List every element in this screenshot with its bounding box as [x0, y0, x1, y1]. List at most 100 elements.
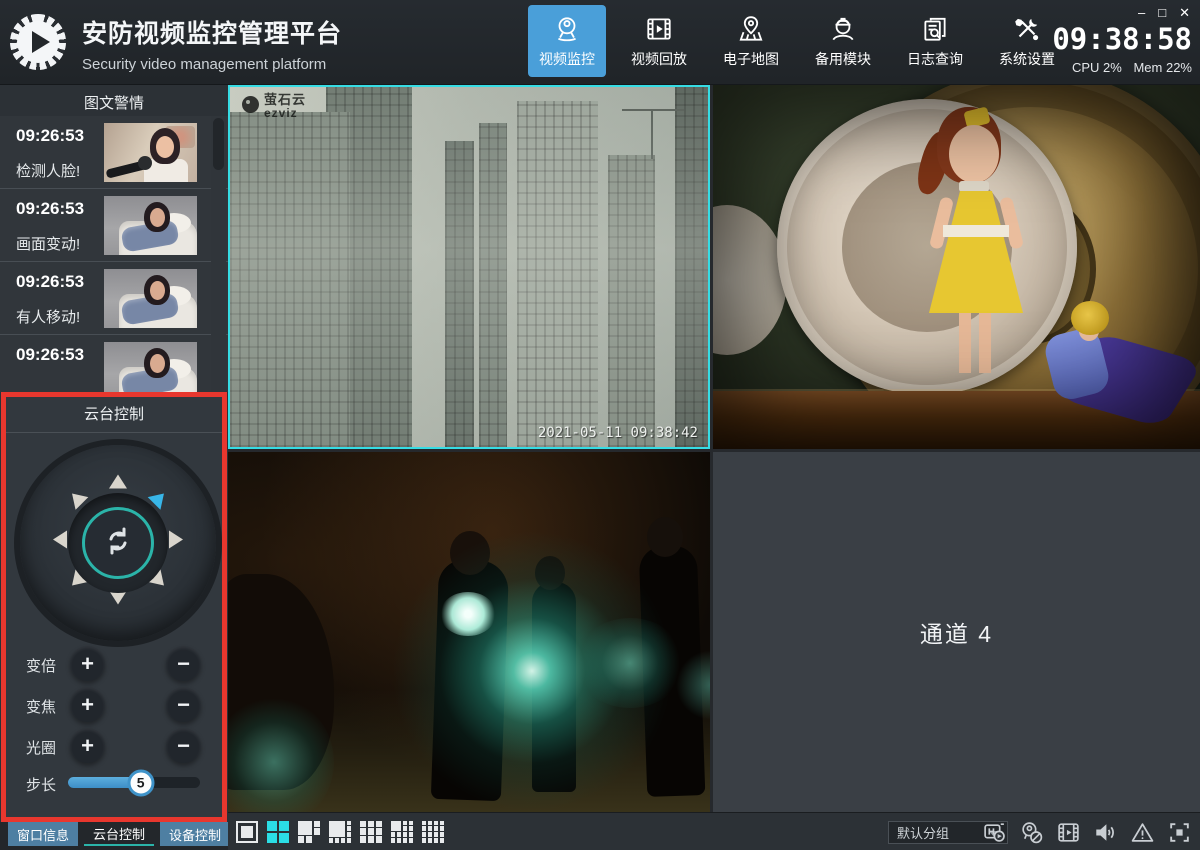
layout-16-icon[interactable]: [422, 821, 444, 843]
watermark-cn: 萤石云: [264, 93, 306, 107]
nav-video-playback[interactable]: 视频回放: [620, 5, 698, 77]
ptz-right-button[interactable]: [169, 531, 183, 549]
main-nav: 视频监控 视频回放: [528, 5, 1066, 77]
alarm-time: 09:26:53: [16, 199, 84, 219]
tab-ptz-control[interactable]: 云台控制: [84, 822, 154, 846]
page-title: 安防视频监控管理平台: [82, 14, 342, 50]
alarm-info-icon[interactable]: [1130, 820, 1155, 845]
maximize-button[interactable]: □: [1158, 6, 1166, 20]
video-timestamp: 2021-05-11 09:38:42: [538, 425, 698, 441]
divider: [6, 432, 222, 433]
audio-icon[interactable]: [1093, 820, 1118, 845]
ptz-auto-scan-button[interactable]: [82, 507, 154, 579]
system-stats: CPU 2% Mem 22%: [1072, 60, 1192, 75]
alarm-item[interactable]: 09:26:53 有人移动!: [0, 262, 228, 335]
log-search-icon: [920, 14, 950, 44]
alarm-time: 09:26:53: [16, 345, 84, 365]
video-channel-4[interactable]: 通道 4: [713, 452, 1200, 812]
nav-label: 电子地图: [723, 49, 779, 69]
step-slider-thumb[interactable]: 5: [127, 769, 154, 796]
layout-13-icon[interactable]: [391, 821, 413, 843]
header: 安防视频监控管理平台 Security video management pla…: [0, 0, 1200, 85]
nav-label: 视频监控: [539, 49, 595, 69]
zoom-out-button[interactable]: −: [166, 646, 201, 681]
step-slider[interactable]: 5: [68, 777, 200, 788]
focus-row: 变焦 + −: [6, 687, 222, 723]
alarm-time: 09:26:53: [16, 126, 84, 146]
video-channel-3[interactable]: [228, 452, 710, 812]
nav-video-monitor[interactable]: 视频监控: [528, 5, 606, 77]
nav-log-query[interactable]: 日志查询: [896, 5, 974, 77]
record-icon[interactable]: [1056, 820, 1081, 845]
nav-e-map[interactable]: 电子地图: [712, 5, 790, 77]
layout-4-icon[interactable]: [267, 821, 289, 843]
video-grid: 萤石云 ezviz 2021-05-11 09:38:42: [228, 85, 1200, 812]
nav-label: 日志查询: [907, 49, 963, 69]
iris-row: 光圈 + −: [6, 728, 222, 764]
scrollbar-thumb[interactable]: [213, 118, 224, 170]
app-logo-icon: [10, 14, 66, 70]
nav-backup-module[interactable]: 备用模块: [804, 5, 882, 77]
layout-9-icon[interactable]: [360, 821, 382, 843]
zoom-label: 变倍: [26, 655, 56, 676]
ezviz-watermark: 萤石云 ezviz: [264, 93, 306, 119]
nav-label: 系统设置: [999, 49, 1055, 69]
alarm-thumbnail: [104, 269, 197, 328]
step-label: 步长: [26, 774, 56, 795]
ptz-up-button[interactable]: [109, 475, 127, 489]
alarm-panel: 图文警情 09:26:53 检测人脸! 09:26:53 画面变动!: [0, 85, 228, 392]
zoom-in-button[interactable]: +: [70, 646, 105, 681]
tab-window-info[interactable]: 窗口信息: [8, 822, 78, 846]
video-channel-2[interactable]: [713, 85, 1200, 449]
tab-device-control[interactable]: 设备控制: [160, 822, 230, 846]
iris-label: 光圈: [26, 737, 56, 758]
layout-1-icon[interactable]: [236, 821, 258, 843]
alarm-item[interactable]: 09:26:53 检测人脸!: [0, 116, 228, 189]
tools-icon: [1012, 14, 1042, 44]
iris-open-button[interactable]: +: [70, 728, 105, 763]
video-channel-1-selected[interactable]: 萤石云 ezviz 2021-05-11 09:38:42: [228, 85, 710, 449]
alarm-label: 检测人脸!: [16, 160, 80, 181]
iris-close-button[interactable]: −: [166, 728, 201, 763]
ptz-panel-title: 云台控制: [6, 397, 222, 430]
page-subtitle: Security video management platform: [82, 56, 342, 73]
alarm-list: 09:26:53 检测人脸! 09:26:53 画面变动!: [0, 116, 228, 392]
minimize-button[interactable]: –: [1138, 6, 1145, 20]
title-block: 安防视频监控管理平台 Security video management pla…: [82, 14, 342, 73]
camera-icon: [552, 14, 582, 44]
alarm-label: 画面变动!: [16, 233, 80, 254]
map-pin-icon: [736, 14, 766, 44]
film-play-icon: [644, 14, 674, 44]
nav-label: 视频回放: [631, 49, 687, 69]
alarm-item[interactable]: 09:26:53 画面变动!: [0, 189, 228, 262]
focus-in-button[interactable]: +: [70, 687, 105, 722]
layout-switcher: [236, 821, 444, 843]
focus-out-button[interactable]: −: [166, 687, 201, 722]
ezviz-logo-icon: [242, 96, 259, 113]
clock-block: – □ ✕ 09:38:58 CPU 2% Mem 22%: [1062, 0, 1192, 85]
layout-8-icon[interactable]: [329, 821, 351, 843]
alarm-time: 09:26:53: [16, 272, 84, 292]
nav-label: 备用模块: [815, 49, 871, 69]
step-row: 步长 5: [6, 765, 222, 801]
watermark-en: ezviz: [264, 107, 306, 120]
alarm-panel-title: 图文警情: [0, 85, 228, 119]
worker-icon: [828, 14, 858, 44]
digital-clock: 09:38:58: [1052, 22, 1192, 56]
toolbar-right-icons: [982, 813, 1192, 850]
stream-switch-icon[interactable]: [982, 820, 1007, 845]
sidebar-tabs: 窗口信息 云台控制 设备控制: [0, 822, 228, 850]
refresh-icon: [102, 525, 134, 562]
alarm-thumbnail: [104, 196, 197, 255]
layout-6-icon[interactable]: [298, 821, 320, 843]
scrollbar[interactable]: [211, 116, 226, 392]
sidebar: 图文警情 09:26:53 检测人脸! 09:26:53 画面变动!: [0, 85, 228, 850]
window-controls: – □ ✕: [1138, 6, 1190, 20]
fullscreen-icon[interactable]: [1167, 820, 1192, 845]
alarm-item[interactable]: 09:26:53: [0, 335, 228, 392]
cpu-usage: CPU 2%: [1072, 60, 1122, 75]
ptz-disable-icon[interactable]: [1019, 820, 1044, 845]
close-button[interactable]: ✕: [1179, 6, 1190, 20]
ptz-left-button[interactable]: [53, 531, 67, 549]
ptz-panel: 云台控制: [1, 392, 227, 822]
